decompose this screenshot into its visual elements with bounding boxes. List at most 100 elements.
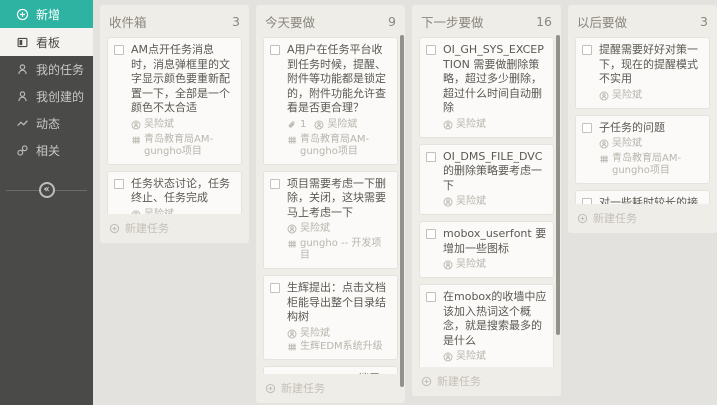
project-tag: 生辉EDM系统升级	[287, 341, 383, 353]
column-count: 3	[700, 14, 708, 29]
task-card[interactable]: AM点开任务消息时，消息弹框里的文字显示颜色要重新配置一下，全部是一个颜色不太合…	[107, 37, 242, 165]
card-meta-row: 1吴险斌	[287, 119, 391, 131]
assignee-label: 吴险斌	[456, 351, 486, 363]
attachment-icon	[287, 120, 297, 130]
card-body: A用户在任务平台收到任务时候，提醒、附件等功能都是锁定的，附件功能允许查看是否更…	[287, 43, 391, 158]
task-checkbox[interactable]	[270, 283, 280, 293]
column-title: 下一步要做	[421, 12, 484, 31]
assignee-label: 吴险斌	[612, 90, 642, 102]
link-icon	[16, 144, 29, 157]
task-card[interactable]: 子任务的问题吴险斌青岛教育局AM-gungho项目	[575, 115, 710, 185]
column-card-list: AM点开任务消息时，消息弹框里的文字显示颜色要重新配置一下，全部是一个颜色不太合…	[107, 37, 242, 214]
card-meta-row: 吴险斌	[599, 90, 703, 102]
sidebar-item-label: 动态	[36, 115, 60, 132]
column-card-list: 提醒需要好好对策一下，现在的提醒模式不实用吴险斌子任务的问题吴险斌青岛教育局AM…	[575, 37, 710, 204]
task-card[interactable]: OI_DMS_FILE_DVC 的删除策略要考虑一下吴险斌	[419, 144, 554, 216]
task-checkbox[interactable]	[270, 45, 280, 55]
card-title: A用户在任务平台收到任务时候，提醒、附件等功能都是锁定的，附件功能允许查看是否更…	[287, 43, 391, 116]
sidebar-item-created-by-me[interactable]: 我创建的	[0, 83, 93, 110]
board-column: 下一步要做 16 OI_GH_SYS_EXCEPTION 需要做删除策略，超过多…	[412, 5, 561, 396]
sidebar-item-related[interactable]: 相关	[0, 137, 93, 164]
new-task-label: 新建任务	[593, 210, 637, 226]
assignee: 吴险斌	[314, 119, 357, 131]
card-body: AM点开任务消息时，消息弹框里的文字显示颜色要重新配置一下，全部是一个颜色不太合…	[131, 43, 235, 158]
task-checkbox[interactable]	[426, 229, 436, 239]
task-card[interactable]: 对一些耗时较长的接口调用最好用MVC的异步调用（另外开线程），目前暂时用加长超时…	[575, 190, 710, 204]
column-header: 以后要做 3	[575, 5, 710, 37]
task-checkbox[interactable]	[426, 152, 436, 162]
card-meta-row: 吴险斌生辉EDM系统升级	[287, 328, 391, 353]
sidebar-item-activity[interactable]: 动态	[0, 110, 93, 137]
avatar-icon	[443, 352, 453, 362]
tag-icon	[287, 135, 297, 145]
card-meta-row: 青岛教育局AM-gungho项目	[131, 134, 235, 158]
sidebar-item-label: 看板	[36, 34, 60, 51]
assignee-label: 吴险斌	[327, 119, 357, 131]
column-scrollbar[interactable]	[400, 35, 404, 387]
column-count: 9	[388, 14, 396, 29]
card-icon-area	[270, 177, 282, 263]
task-card[interactable]: 项目需要考虑一下删除，关闭，这块需要马上考虑一下吴险斌gungho -- 开发项…	[263, 171, 398, 270]
assignee: 吴险斌	[443, 259, 486, 271]
new-task-button[interactable]: 新建任务	[575, 204, 710, 233]
task-card[interactable]: mobox8-web端需要显示以下字段（编号、备注）吴险斌生辉EDM系统升级	[263, 366, 398, 375]
board-column: 今天要做 9 A用户在任务平台收到任务时候，提醒、附件等功能都是锁定的，附件功能…	[256, 5, 405, 403]
collapse-icon[interactable]: «	[39, 182, 55, 198]
board: 收件箱 3 AM点开任务消息时，消息弹框里的文字显示颜色要重新配置一下，全部是一…	[93, 0, 717, 405]
sidebar-item-my-tasks[interactable]: 我的任务	[0, 56, 93, 83]
new-task-button[interactable]: 新建任务	[419, 367, 554, 396]
task-card[interactable]: 在mobox的收墙中应该加入热词这个概念，就是搜索最多的是什么吴险斌	[419, 284, 554, 367]
task-checkbox[interactable]	[426, 292, 436, 302]
plus-circle-icon	[16, 8, 29, 21]
column-card-list: A用户在任务平台收到任务时候，提醒、附件等功能都是锁定的，附件功能允许查看是否更…	[263, 37, 398, 374]
task-card[interactable]: mobox_userfont 要增加一些图标吴险斌	[419, 221, 554, 278]
column-header: 收件箱 3	[107, 5, 242, 37]
card-icon-area	[426, 150, 438, 209]
new-task-label: 新建任务	[281, 380, 325, 396]
sidebar-item-board[interactable]: 看板	[0, 28, 93, 56]
column-count: 3	[232, 14, 240, 29]
task-checkbox[interactable]	[582, 123, 592, 133]
column-scrollbar[interactable]	[556, 35, 560, 335]
plus-circle-icon	[421, 376, 432, 387]
project-tag: 青岛教育局AM-gungho项目	[599, 153, 703, 177]
project-tag-label: 青岛教育局AM-gungho项目	[144, 134, 235, 158]
task-checkbox[interactable]	[426, 45, 436, 55]
assignee-label: 吴险斌	[456, 196, 486, 208]
assignee-label: 吴险斌	[300, 223, 330, 235]
assignee: 吴险斌	[287, 328, 330, 340]
new-task-button[interactable]: 新建任务	[263, 374, 398, 403]
assignee-label: 吴险斌	[456, 259, 486, 271]
card-icon-area	[582, 196, 594, 204]
sidebar-item-add[interactable]: 新增	[0, 0, 93, 28]
board-column: 收件箱 3 AM点开任务消息时，消息弹框里的文字显示颜色要重新配置一下，全部是一…	[100, 5, 249, 243]
task-card[interactable]: 生辉提出：点击文档柜能导出整个目录结构树吴险斌生辉EDM系统升级	[263, 275, 398, 360]
project-tag: 青岛教育局AM-gungho项目	[131, 134, 235, 158]
new-task-label: 新建任务	[125, 220, 169, 236]
card-icon-area	[270, 281, 282, 353]
project-tag-label: gungho -- 开发项目	[300, 238, 391, 262]
task-card[interactable]: 任务状态讨论，任务终止、任务完成吴险斌	[107, 171, 242, 215]
task-checkbox[interactable]	[582, 45, 592, 55]
card-icon-area	[582, 121, 594, 178]
task-checkbox[interactable]	[114, 179, 124, 189]
task-checkbox[interactable]	[114, 45, 124, 55]
column-title: 收件箱	[109, 12, 147, 31]
tag-icon	[599, 154, 609, 164]
avatar-icon	[287, 329, 297, 339]
assignee-label: 吴险斌	[300, 328, 330, 340]
task-card[interactable]: A用户在任务平台收到任务时候，提醒、附件等功能都是锁定的，附件功能允许查看是否更…	[263, 37, 398, 165]
card-title: mobox_userfont 要增加一些图标	[443, 227, 547, 256]
project-tag-label: 生辉EDM系统升级	[300, 341, 383, 353]
task-checkbox[interactable]	[270, 179, 280, 189]
card-body: mobox_userfont 要增加一些图标吴险斌	[443, 227, 547, 271]
card-body: 生辉提出：点击文档柜能导出整个目录结构树吴险斌生辉EDM系统升级	[287, 281, 391, 353]
new-task-button[interactable]: 新建任务	[107, 214, 242, 243]
task-card[interactable]: 提醒需要好好对策一下，现在的提醒模式不实用吴险斌	[575, 37, 710, 109]
card-body: OI_DMS_FILE_DVC 的删除策略要考虑一下吴险斌	[443, 150, 547, 209]
sidebar-item-label: 新增	[36, 6, 60, 23]
task-card[interactable]: OI_GH_SYS_EXCEPTION 需要做删除策略，超过多少删除，超过什么时…	[419, 37, 554, 138]
card-icon-area	[582, 43, 594, 102]
card-icon-area	[426, 227, 438, 271]
card-body: 提醒需要好好对策一下，现在的提醒模式不实用吴险斌	[599, 43, 703, 102]
